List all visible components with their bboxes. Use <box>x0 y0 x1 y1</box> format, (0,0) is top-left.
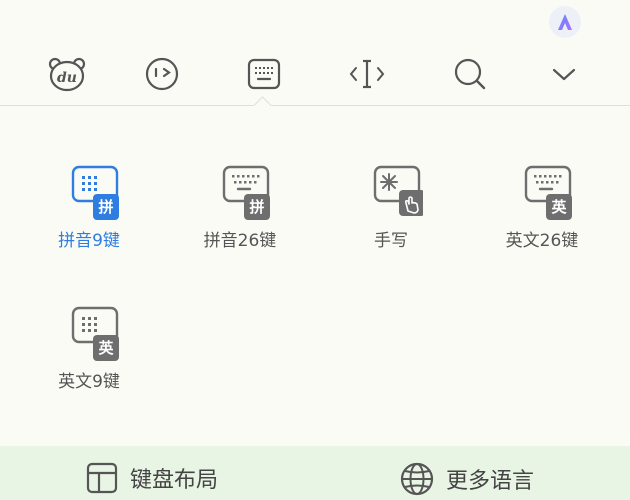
input-toolbar: du <box>0 40 630 106</box>
keyboard-layout-button[interactable]: 键盘布局 <box>86 462 218 494</box>
layout-panel-icon <box>86 462 118 494</box>
layout-pinyin-26[interactable]: 拼 拼音26键 <box>175 162 305 272</box>
keyboard-layout-label: 键盘布局 <box>130 468 219 493</box>
keyboard-26-icon: 英 <box>510 162 574 220</box>
keyboard-9-icon: 拼 <box>57 162 121 220</box>
keyboard-26-icon: 拼 <box>208 162 272 220</box>
layout-handwriting[interactable]: 手写 <box>326 162 456 272</box>
layout-badge: 拼 <box>244 194 270 220</box>
search-icon[interactable] <box>448 54 492 94</box>
keyboard-9-icon: 英 <box>57 303 121 361</box>
layout-badge: 英 <box>546 194 572 220</box>
layout-label: 拼音26键 <box>203 231 277 251</box>
layout-pinyin-9[interactable]: 拼 拼音9键 <box>24 162 154 272</box>
keyboard-icon[interactable] <box>242 54 286 94</box>
bottom-bar: 键盘布局 更多语言 <box>0 446 630 500</box>
layout-label: 英文26键 <box>505 231 579 251</box>
layout-label: 手写 <box>374 231 408 251</box>
layout-badge: 英 <box>93 335 119 361</box>
emoji-icon[interactable] <box>140 54 184 94</box>
layout-english-9[interactable]: 英 英文9键 <box>24 303 154 413</box>
layout-english-26[interactable]: 英 英文26键 <box>477 162 607 272</box>
handwriting-icon <box>359 162 425 218</box>
layout-label: 英文9键 <box>58 372 120 392</box>
assistant-status-icon[interactable] <box>549 6 581 38</box>
globe-icon <box>400 462 434 496</box>
layout-badge: 拼 <box>93 194 119 220</box>
svg-text:du: du <box>57 70 77 86</box>
layout-label: 拼音9键 <box>58 231 120 251</box>
cursor-icon[interactable] <box>345 54 389 94</box>
chevron-down-icon[interactable] <box>542 54 586 94</box>
more-languages-button[interactable]: 更多语言 <box>400 462 534 496</box>
more-languages-label: 更多语言 <box>446 469 535 494</box>
baidu-logo-icon[interactable]: du <box>45 54 89 94</box>
